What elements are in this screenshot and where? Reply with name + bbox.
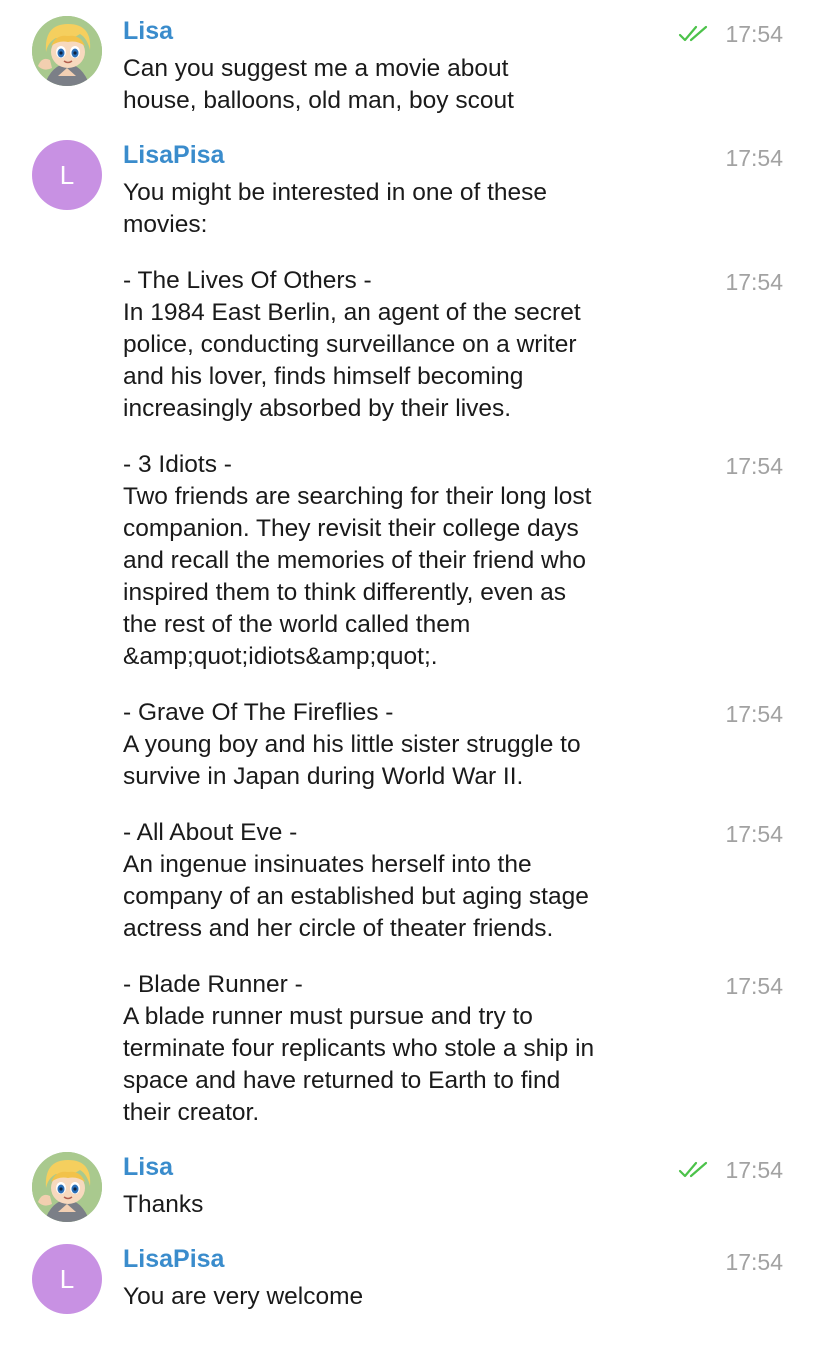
message-time: 17:54: [725, 701, 783, 727]
message-time: 17:54: [725, 145, 783, 171]
message-time: 17:54: [725, 269, 783, 295]
sender-name[interactable]: Lisa: [123, 16, 173, 46]
avatar[interactable]: [32, 16, 102, 86]
cartoon-girl-avatar-icon: [32, 1152, 102, 1222]
avatar[interactable]: L: [32, 140, 102, 210]
message-time: 17:54: [725, 21, 783, 47]
cartoon-girl-avatar-icon: [32, 16, 102, 86]
message-time: 17:54: [725, 453, 783, 479]
message-text: You might be interested in one of these …: [123, 179, 548, 238]
message-time: 17:54: [725, 821, 783, 847]
sender-name[interactable]: LisaPisa: [123, 140, 224, 170]
message-text: - The Lives Of Others - In 1984 East Ber…: [123, 267, 581, 422]
message-time: 17:54: [725, 1249, 783, 1275]
double-check-icon: [678, 25, 708, 42]
double-check-icon: [678, 1161, 708, 1178]
message-text: You are very welcome: [123, 1283, 364, 1310]
avatar[interactable]: L: [32, 1244, 102, 1314]
message-time: 17:54: [725, 973, 783, 999]
message-text: Can you suggest me a movie about house, …: [123, 55, 514, 114]
sender-name[interactable]: Lisa: [123, 1152, 173, 1182]
sender-name[interactable]: LisaPisa: [123, 1244, 224, 1274]
message-text: - 3 Idiots - Two friends are searching f…: [123, 451, 592, 670]
avatar[interactable]: [32, 1152, 102, 1222]
message-time: 17:54: [725, 1157, 783, 1183]
message-text: - Grave Of The Fireflies - A young boy a…: [123, 699, 581, 790]
message-text: - Blade Runner - A blade runner must pur…: [123, 971, 595, 1126]
message-text: Thanks: [123, 1191, 204, 1218]
message-text: - All About Eve - An ingenue insinuates …: [123, 819, 589, 942]
